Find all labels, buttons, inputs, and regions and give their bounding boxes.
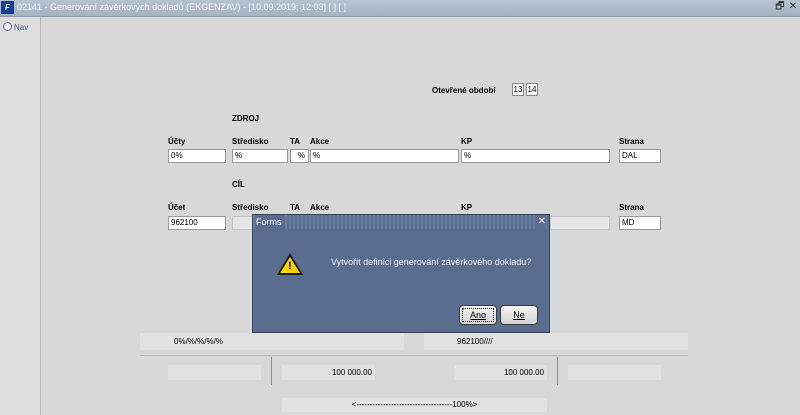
restore-icon[interactable]: 🗗 xyxy=(774,1,786,13)
yes-button[interactable]: Ano xyxy=(459,305,497,325)
zdroj-kp-label: KP xyxy=(461,137,473,146)
cil-ta-label: TA xyxy=(290,203,301,212)
window-titlebar: F 02141 - Generování závěrkových dokladů… xyxy=(0,0,800,17)
dialog-title: Forms xyxy=(256,215,285,229)
nav-button[interactable]: Nav xyxy=(3,22,28,32)
yes-button-label: Ano xyxy=(469,310,486,320)
cil-heading: CÍL xyxy=(232,180,245,189)
cil-strana-label: Strana xyxy=(619,203,644,212)
nav-gear-icon xyxy=(3,22,12,31)
summary-right-empty xyxy=(568,365,661,380)
cil-ucet-field[interactable]: 962100 xyxy=(168,216,226,230)
obdobi-field-2[interactable]: 14 xyxy=(526,83,538,96)
summary-left-code: 0%/%/%/%/% xyxy=(140,333,404,350)
cil-kp-field[interactable] xyxy=(550,216,610,230)
summary-left-amount: 100 000.00 xyxy=(282,365,375,380)
warning-icon-mark: ! xyxy=(288,260,292,272)
zdroj-akce-label: Akce xyxy=(310,137,330,146)
no-button[interactable]: Ne xyxy=(500,305,538,325)
zdroj-ucty-field[interactable]: 0% xyxy=(168,149,226,163)
forms-dialog: Forms ✕ ! Vytvořit definici generování z… xyxy=(252,214,550,333)
no-button-label: Ne xyxy=(513,310,525,320)
cil-akce-label: Akce xyxy=(310,203,330,212)
summary-separator-left xyxy=(271,357,272,385)
obdobi-field-1[interactable]: 13 xyxy=(512,83,524,96)
summary-divider xyxy=(140,355,688,356)
zdroj-stredisko-label: Středisko xyxy=(232,137,269,146)
progress-indicator: <------------------------------------100… xyxy=(282,398,547,412)
zdroj-ta-label: TA xyxy=(290,137,301,146)
summary-left-empty xyxy=(168,365,261,380)
zdroj-strana-label: Strana xyxy=(619,137,644,146)
zdroj-ta-field[interactable]: % xyxy=(290,149,309,163)
close-icon[interactable]: ✕ xyxy=(787,1,799,13)
zdroj-stredisko-field[interactable]: % xyxy=(232,149,288,163)
cil-ucet-label: Účet xyxy=(168,203,186,212)
obdobi-label: Otevřené období xyxy=(432,86,496,95)
dialog-message: Vytvořit definici generování závěrkového… xyxy=(331,257,532,267)
summary-right-code: 962100//// xyxy=(424,333,688,350)
navigator-panel: Nav xyxy=(0,17,41,415)
zdroj-heading: ZDROJ xyxy=(232,114,260,123)
zdroj-ucty-label: Účty xyxy=(168,137,186,146)
zdroj-kp-field[interactable]: % xyxy=(461,149,610,163)
cil-stredisko-label: Středisko xyxy=(232,203,269,212)
zdroj-akce-field[interactable]: % xyxy=(310,149,459,163)
zdroj-strana-field[interactable]: DAL xyxy=(619,149,661,163)
app-logo-icon: F xyxy=(1,1,14,14)
window-title: 02141 - Generování závěrkových dokladů (… xyxy=(17,2,347,12)
dialog-titlebar: Forms ✕ xyxy=(253,215,549,229)
cil-kp-label: KP xyxy=(461,203,473,212)
cil-strana-field[interactable]: MD xyxy=(619,216,661,230)
dialog-close-icon[interactable]: ✕ xyxy=(535,215,546,229)
summary-separator-right xyxy=(557,357,558,385)
nav-label: Nav xyxy=(14,23,29,32)
summary-right-amount: 100 000.00 xyxy=(454,365,547,380)
